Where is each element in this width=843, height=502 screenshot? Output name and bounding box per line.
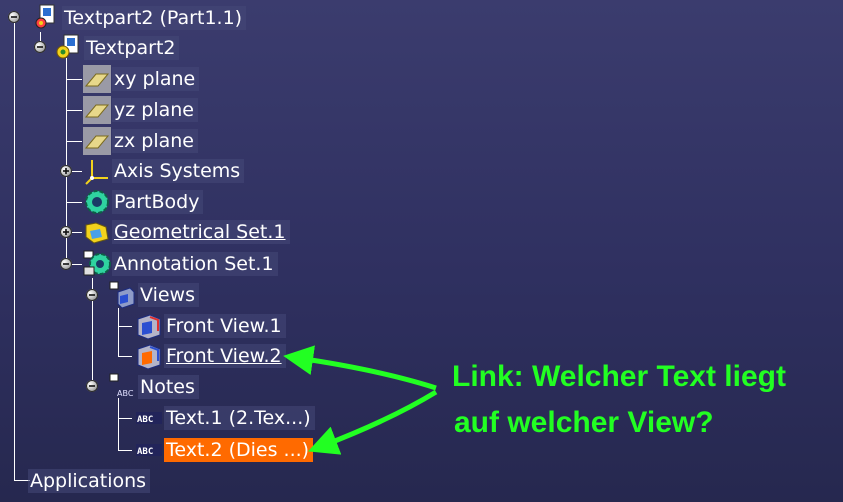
plane-icon <box>82 126 112 156</box>
tree-node-yz-plane[interactable]: yz plane <box>82 96 198 124</box>
tree-label-xy-plane: xy plane <box>112 67 200 91</box>
collapse-toggle-part[interactable] <box>34 41 46 53</box>
axis-system-icon <box>82 156 112 186</box>
tree-node-text-1[interactable]: ABC Text.1 (2.Tex...) <box>134 404 315 432</box>
product-icon <box>32 3 62 33</box>
front-view-icon <box>134 311 164 341</box>
tree-label-text-2-selected: Text.2 (Dies ...) <box>164 438 314 462</box>
tree-line-h-annot <box>72 264 82 265</box>
tree-label-part: Textpart2 <box>84 36 180 60</box>
arrow-to-text-2 <box>307 389 438 455</box>
tree-label-annotation-set: Annotation Set.1 <box>112 252 278 276</box>
annotation-line-2: auf welcher View? <box>454 406 714 439</box>
tree-line-root <box>14 20 15 480</box>
tree-label-front-view-1: Front View.1 <box>164 314 286 338</box>
tree-node-geometrical-set[interactable]: Geometrical Set.1 <box>82 218 290 246</box>
tree-node-zx-plane[interactable]: zx plane <box>82 127 198 155</box>
body-gear-icon <box>82 187 112 217</box>
tree-node-axis-systems[interactable]: Axis Systems <box>82 156 245 186</box>
svg-text:ABC: ABC <box>137 447 153 457</box>
collapse-toggle-annotation-set[interactable] <box>60 258 72 270</box>
tree-label-geometrical-set: Geometrical Set.1 <box>112 220 290 244</box>
tree-line-h-t1 <box>118 418 132 419</box>
expand-toggle-axis-systems[interactable] <box>60 165 72 177</box>
tree-label-axis-systems: Axis Systems <box>112 159 245 183</box>
tree-node-xy-plane[interactable]: xy plane <box>82 64 200 94</box>
expand-toggle-geometrical-set[interactable] <box>60 226 72 238</box>
plane-icon <box>82 64 112 94</box>
collapse-toggle-views[interactable] <box>86 289 98 301</box>
tree-node-part-body[interactable]: PartBody <box>82 187 204 217</box>
geometrical-set-icon <box>82 217 112 247</box>
tree-line-h-xy <box>66 79 82 80</box>
text-note-icon: ABC <box>134 435 164 465</box>
svg-text:ABC: ABC <box>117 389 134 398</box>
tree-node-notes[interactable]: ABC Notes <box>108 373 199 401</box>
tree-label-applications: Applications <box>28 469 151 493</box>
plane-icon <box>82 95 112 125</box>
part-icon <box>54 33 84 63</box>
tree-node-views[interactable]: Views <box>108 281 199 309</box>
collapse-toggle-root[interactable] <box>8 11 20 23</box>
tree-node-text-2[interactable]: ABC Text.2 (Dies ...) <box>134 435 314 465</box>
tree-line-h-geo <box>72 232 82 233</box>
tree-label-root: Textpart2 (Part1.1) <box>62 6 247 30</box>
tree-label-text-1: Text.1 (2.Tex...) <box>164 406 315 430</box>
text-note-icon: ABC <box>134 403 164 433</box>
tree-line-h-yz <box>66 110 82 111</box>
annotation-set-icon <box>82 249 112 279</box>
tree-line-h-fv1 <box>118 326 132 327</box>
tree-node-root[interactable]: Textpart2 (Part1.1) <box>32 3 247 33</box>
specification-tree: Textpart2 (Part1.1) Textpart2 xy plane y… <box>0 0 843 502</box>
arrow-to-front-view-2 <box>283 345 437 391</box>
tree-line-views-children <box>118 308 119 356</box>
tree-line-h-t2 <box>118 450 132 451</box>
notes-icon: ABC <box>108 372 138 402</box>
tree-line-h-axis <box>72 171 82 172</box>
tree-line-h-zx <box>66 141 82 142</box>
tree-label-views: Views <box>138 283 199 307</box>
views-icon <box>108 280 138 310</box>
tree-node-applications[interactable]: Applications <box>28 467 151 495</box>
tree-line-h-fv2 <box>118 356 132 357</box>
tree-node-part[interactable]: Textpart2 <box>54 33 180 63</box>
svg-text:ABC: ABC <box>137 415 153 425</box>
annotation-line-1: Link: Welcher Text liegt <box>452 360 786 393</box>
tree-label-notes: Notes <box>138 375 199 399</box>
tree-label-yz-plane: yz plane <box>112 98 198 122</box>
tree-label-zx-plane: zx plane <box>112 129 198 153</box>
front-view-icon <box>134 341 164 371</box>
tree-line-notes-children <box>118 398 119 450</box>
tree-label-front-view-2: Front View.2 <box>164 344 286 368</box>
tree-node-annotation-set[interactable]: Annotation Set.1 <box>82 250 278 278</box>
tree-node-front-view-2[interactable]: Front View.2 <box>134 342 286 370</box>
tree-line-h-body <box>66 202 82 203</box>
tree-label-part-body: PartBody <box>112 190 204 214</box>
tree-node-front-view-1[interactable]: Front View.1 <box>134 312 286 340</box>
collapse-toggle-notes[interactable] <box>86 380 98 392</box>
